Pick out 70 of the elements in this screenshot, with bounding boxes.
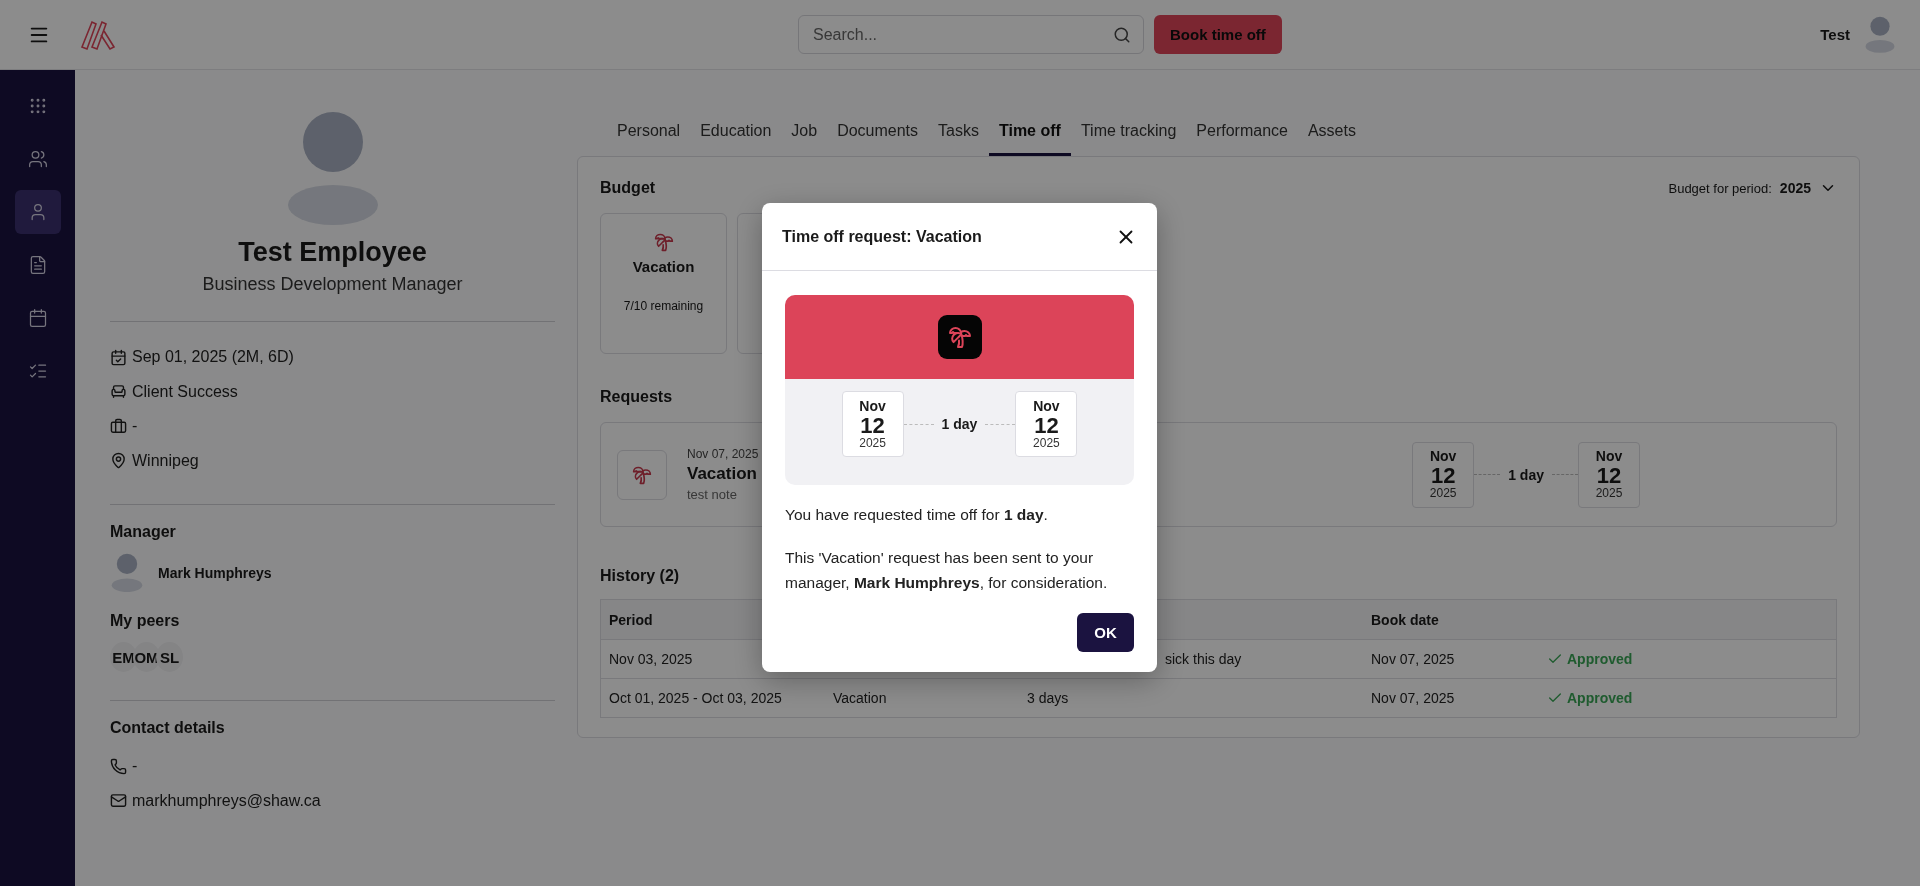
search-field[interactable]: Search... xyxy=(798,15,1144,54)
user-name: Test xyxy=(1820,26,1850,43)
detail-text: Winnipeg xyxy=(132,451,199,470)
date-card: Nov 12 2025 xyxy=(841,391,904,457)
table-cell-text: sick this day xyxy=(1164,651,1243,667)
period-selector[interactable]: Budget for period: 2025 xyxy=(1668,179,1837,197)
section-heading: My peers xyxy=(110,612,181,631)
tab[interactable]: Personal xyxy=(607,108,691,156)
chair-icon xyxy=(110,383,127,401)
budget-remaining: 7/10 remaining xyxy=(623,299,704,313)
manager-name: Mark Humphreys xyxy=(158,564,272,581)
tab[interactable]: Documents xyxy=(827,108,929,156)
section-heading: Requests xyxy=(600,388,673,406)
search-icon[interactable] xyxy=(1113,25,1131,44)
date-card: Nov 12 2025 xyxy=(1015,391,1078,457)
duration-label: 1 day xyxy=(1507,466,1545,483)
request-note: test note xyxy=(687,487,737,502)
tab[interactable]: Tasks xyxy=(928,108,989,156)
job-title: Business Development Manager xyxy=(201,274,464,295)
palm-tree-icon xyxy=(937,315,982,359)
date-card: Nov 12 2025 xyxy=(1412,441,1475,508)
status-label: Approved xyxy=(1539,690,1836,706)
briefcase-icon xyxy=(110,417,127,435)
section-heading: Manager xyxy=(110,523,177,541)
section-heading: Budget xyxy=(600,179,656,197)
mail-icon xyxy=(110,792,127,810)
table-cell-text: Nov 07, 2025 xyxy=(1370,651,1456,667)
pin-icon xyxy=(110,452,127,470)
table-cell-text: Nov 07, 2025 xyxy=(1370,690,1456,706)
calendar-icon xyxy=(110,348,127,366)
tab[interactable]: Assets xyxy=(1297,108,1366,156)
manager-notice: This 'Vacation' request has been sent to your manager, Mark Humphreys, for consideration. xyxy=(785,547,1109,593)
contact-text: markhumphreys@shaw.ca xyxy=(132,791,321,810)
column-header: Period xyxy=(608,611,654,628)
detail-text: Sep 01, 2025 (2M, 6D) xyxy=(132,348,294,367)
request-date: Nov 07, 2025 xyxy=(687,447,759,461)
detail-text: Client Success xyxy=(132,382,238,401)
status-label: Approved xyxy=(1539,651,1836,667)
date-card: Nov 12 2025 xyxy=(1578,441,1640,508)
peer-avatar[interactable]: SL xyxy=(156,642,183,673)
user-avatar xyxy=(1864,16,1896,53)
detail-text: - xyxy=(132,417,138,436)
tab[interactable]: Job xyxy=(781,108,828,156)
sidebar-item[interactable] xyxy=(14,190,61,234)
palm-tree-icon xyxy=(617,449,667,500)
employee-name: Test Employee xyxy=(237,237,428,268)
tab[interactable]: Performance xyxy=(1186,108,1298,156)
budget-card[interactable]: Vacation 7/10 remaining xyxy=(600,213,727,354)
manager-avatar xyxy=(110,553,144,593)
calendar-icon xyxy=(27,308,48,328)
budget-name: Vacation xyxy=(632,258,695,275)
tab[interactable]: Time tracking xyxy=(1070,108,1187,156)
tab[interactable]: Education xyxy=(690,108,782,156)
table-cell-text: Nov 03, 2025 xyxy=(608,651,694,667)
section-heading: History (2) xyxy=(600,567,680,585)
contact-text: - xyxy=(132,757,138,776)
column-header: Book date xyxy=(1370,611,1440,628)
table-cell-text: 3 days xyxy=(1026,690,1070,706)
request-type: Vacation xyxy=(687,464,757,484)
section-heading: Contact details xyxy=(110,719,226,738)
people-icon xyxy=(27,149,48,169)
dialog-title: Time off request: Vacation xyxy=(782,227,982,246)
table-cell-text: Vacation xyxy=(832,690,888,706)
search-input[interactable]: Search... xyxy=(811,24,1113,45)
palm-tree-icon xyxy=(653,232,674,252)
table-cell-text: Oct 01, 2025 - Oct 03, 2025 xyxy=(608,690,783,706)
logo-icon xyxy=(80,18,116,51)
confirmation-message: You have requested time off for 1 day. xyxy=(785,505,1049,525)
phone-icon xyxy=(110,757,127,775)
ok-button[interactable]: OK xyxy=(1077,613,1134,653)
